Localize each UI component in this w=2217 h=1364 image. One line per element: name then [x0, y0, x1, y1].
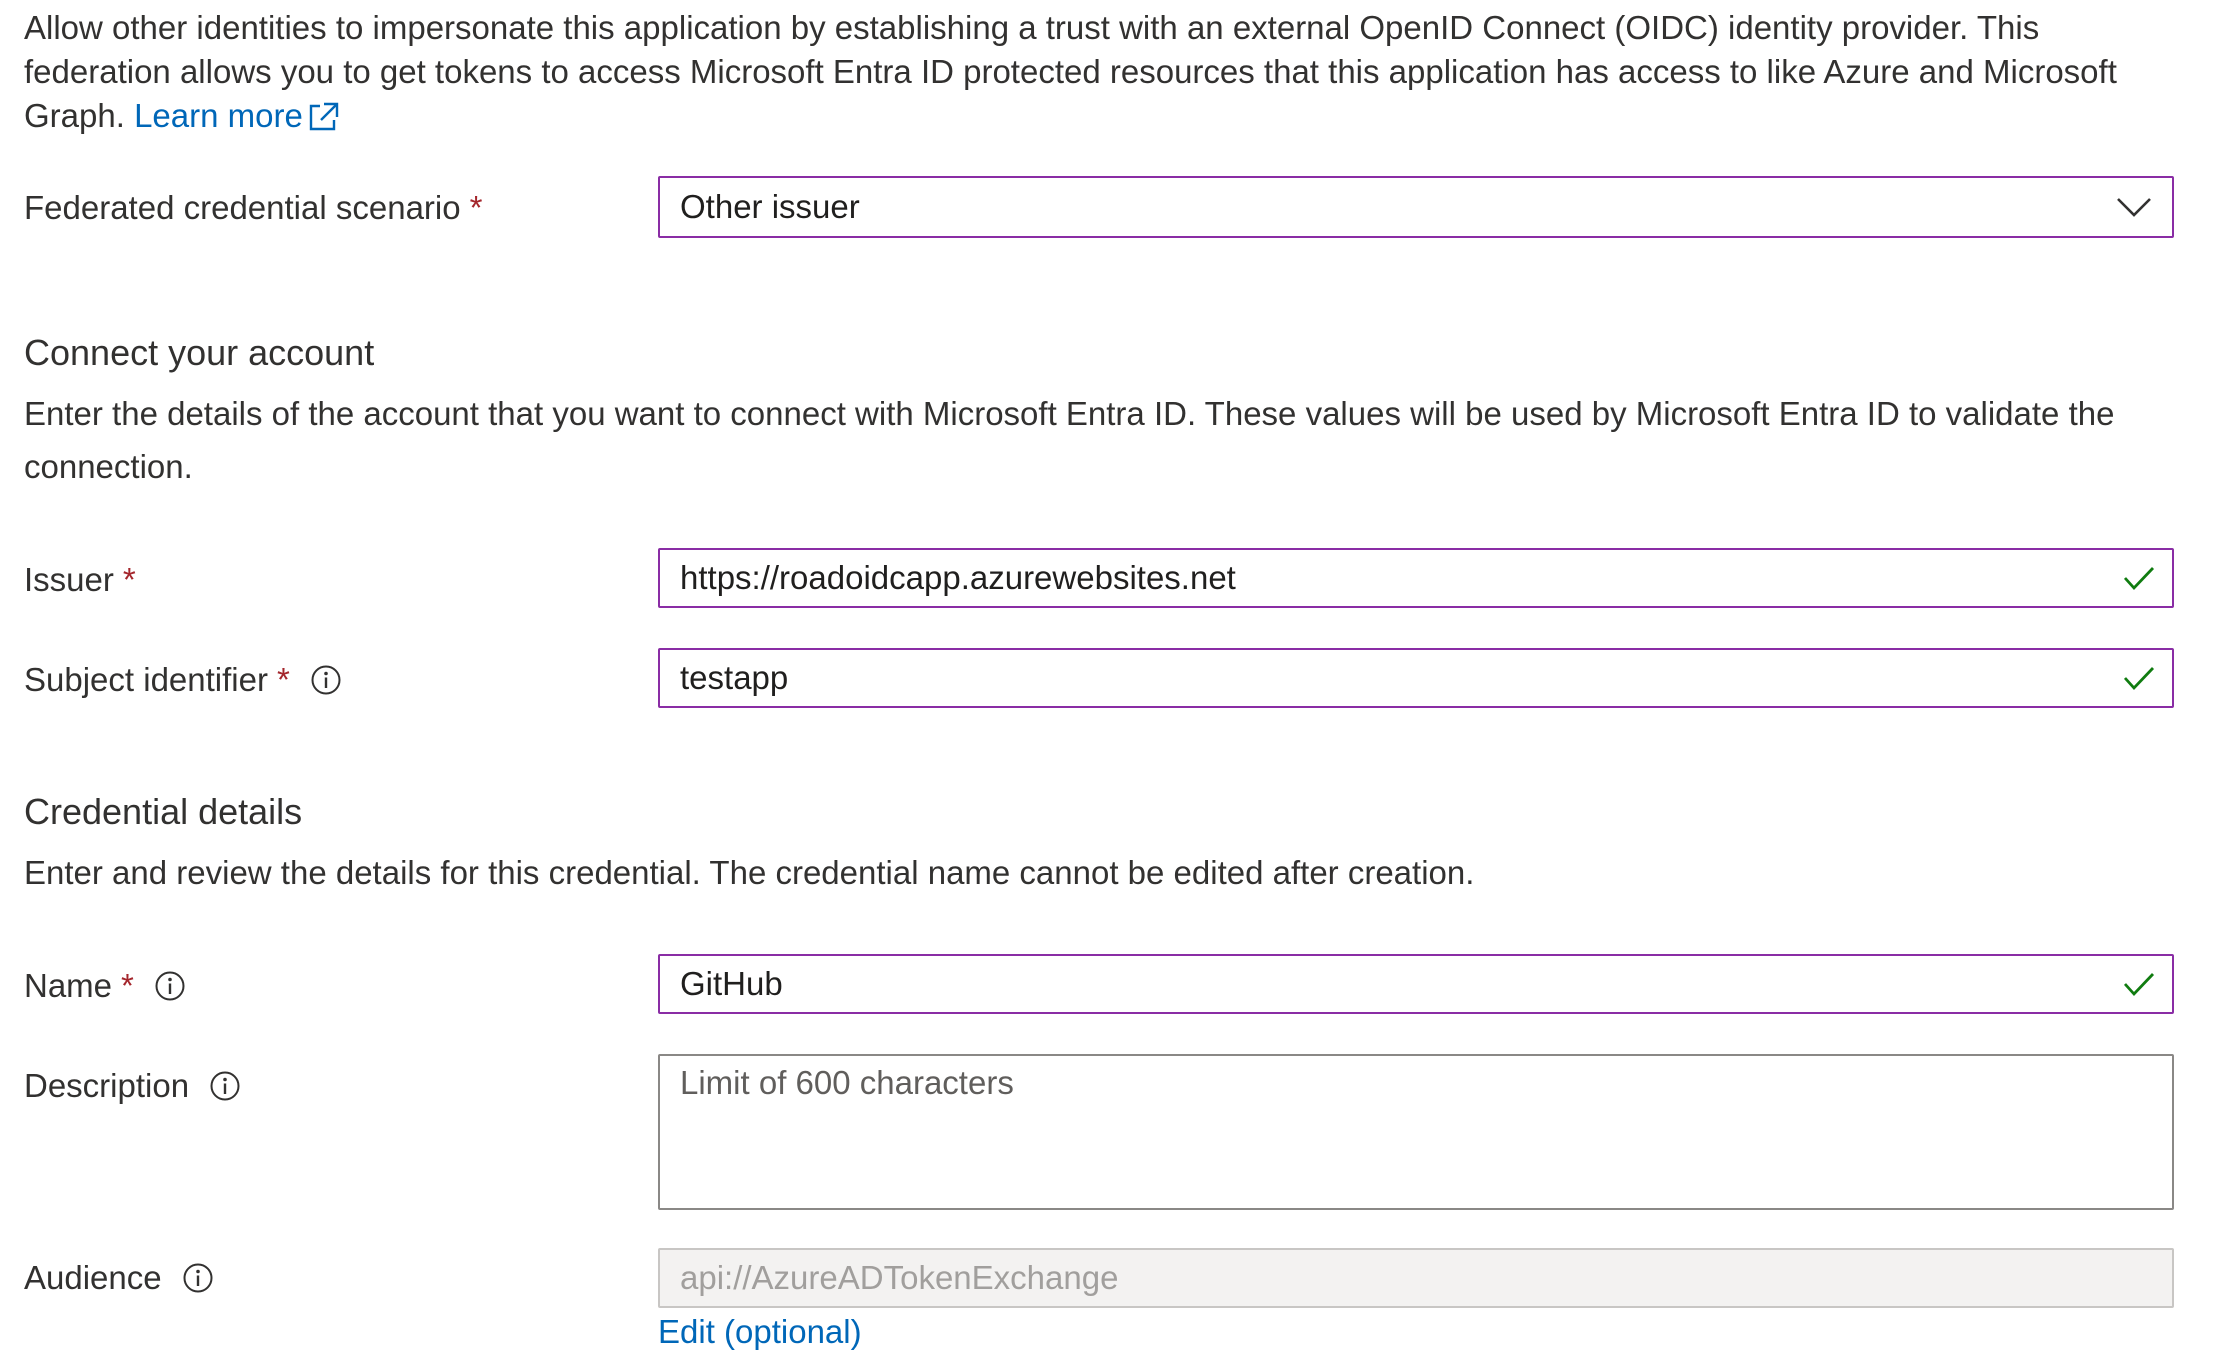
- name-value: GitHub: [680, 965, 783, 1002]
- scenario-label-text: Federated credential scenario: [24, 189, 461, 226]
- checkmark-icon: [2123, 667, 2155, 691]
- description-label: Description: [24, 1064, 241, 1108]
- learn-more-link[interactable]: Learn more: [134, 97, 340, 134]
- required-marker: *: [276, 661, 290, 698]
- name-input[interactable]: GitHub: [658, 954, 2174, 1014]
- scenario-label: Federated credential scenario *: [24, 186, 482, 230]
- name-label-text: Name: [24, 967, 113, 1004]
- description-placeholder: Limit of 600 characters: [680, 1064, 1014, 1101]
- subject-label-text: Subject identifier: [24, 661, 268, 698]
- subject-label: Subject identifier *: [24, 658, 342, 702]
- required-marker: *: [121, 967, 134, 1004]
- issuer-label: Issuer *: [24, 558, 136, 602]
- chevron-down-icon: [2117, 198, 2151, 217]
- info-icon[interactable]: [182, 1262, 214, 1294]
- checkmark-icon: [2123, 973, 2155, 997]
- description-textarea[interactable]: Limit of 600 characters: [658, 1054, 2174, 1210]
- audience-value: api://AzureADTokenExchange: [680, 1259, 1119, 1296]
- connect-section-description: Enter the details of the account that yo…: [24, 395, 2115, 485]
- subject-value: testapp: [680, 659, 789, 696]
- learn-more-label: Learn more: [134, 97, 303, 134]
- required-marker: *: [122, 561, 136, 598]
- info-icon[interactable]: [209, 1070, 241, 1102]
- issuer-input[interactable]: https://roadoidcapp.azurewebsites.net: [658, 548, 2174, 608]
- intro-paragraph: Allow other identities to impersonate th…: [24, 6, 2134, 138]
- connect-section-heading: Connect your account: [24, 332, 375, 373]
- checkmark-icon: [2123, 567, 2155, 591]
- scenario-dropdown[interactable]: Other issuer: [658, 176, 2174, 238]
- description-label-text: Description: [24, 1067, 190, 1104]
- audience-label-text: Audience: [24, 1259, 162, 1296]
- info-icon[interactable]: [310, 664, 342, 696]
- info-icon[interactable]: [154, 970, 186, 1002]
- external-link-icon: [309, 102, 339, 131]
- scenario-selected-value: Other issuer: [680, 188, 860, 225]
- issuer-label-text: Issuer: [24, 561, 114, 598]
- credential-section-description: Enter and review the details for this cr…: [24, 854, 1475, 891]
- name-label: Name *: [24, 964, 186, 1008]
- required-marker: *: [469, 189, 483, 226]
- credential-section-heading: Credential details: [24, 791, 303, 832]
- audience-input: api://AzureADTokenExchange: [658, 1248, 2174, 1308]
- audience-edit-link[interactable]: Edit (optional): [658, 1310, 862, 1354]
- audience-label: Audience: [24, 1256, 214, 1300]
- subject-input[interactable]: testapp: [658, 648, 2174, 708]
- issuer-value: https://roadoidcapp.azurewebsites.net: [680, 559, 1236, 596]
